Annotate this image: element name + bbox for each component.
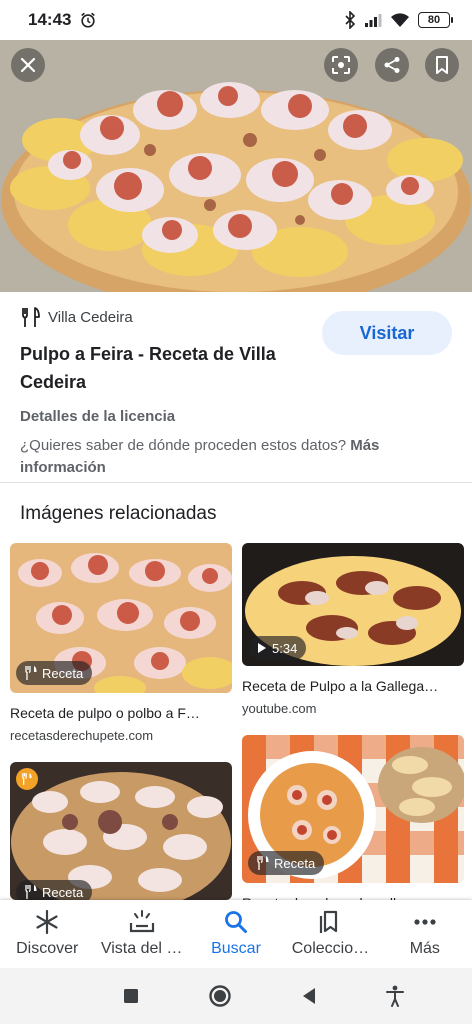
bottom-navigation: Discover Vista del … Buscar Coleccio… Má…: [0, 900, 472, 968]
battery-level: 80: [427, 14, 441, 26]
more-icon: [411, 908, 439, 936]
related-card[interactable]: Receta Receta de pulpo o polbo a F… rece…: [10, 543, 232, 743]
related-image[interactable]: Receta: [10, 762, 232, 900]
card-domain: youtube.com: [242, 701, 317, 716]
badge-label: Receta: [274, 855, 316, 871]
battery-indicator: 80: [418, 12, 453, 28]
status-bar: 14:43 80: [0, 0, 472, 40]
badge-label: Receta: [42, 884, 84, 900]
card-domain: recetasderechupete.com: [10, 728, 154, 743]
accessibility-icon[interactable]: [385, 985, 404, 1007]
related-image[interactable]: Receta: [242, 735, 464, 883]
related-card[interactable]: Receta: [10, 762, 232, 900]
related-card[interactable]: 5:34 Receta de Pulpo a la Gallega… youtu…: [242, 543, 464, 716]
badge-label: 5:34: [272, 640, 298, 656]
status-time: 14:43: [28, 10, 72, 29]
close-button[interactable]: [11, 48, 45, 82]
nav-label: Más: [409, 940, 440, 957]
restaurant-icon: [22, 773, 32, 785]
license-question: ¿Quieres saber de dónde proceden estos d…: [20, 437, 347, 454]
nav-more[interactable]: Más: [378, 900, 472, 968]
home-icon[interactable]: [208, 984, 232, 1008]
related-image[interactable]: 5:34: [242, 543, 464, 666]
related-card[interactable]: Receta Receta de pulpo a la gallega…: [242, 735, 464, 911]
card-title[interactable]: Receta de pulpo o polbo a F…: [10, 705, 232, 721]
share-icon: [384, 57, 400, 73]
video-duration-badge: 5:34: [248, 636, 307, 660]
collections-icon: [316, 908, 344, 936]
lens-icon: [332, 56, 350, 74]
bluetooth-icon: [345, 11, 356, 29]
save-button[interactable]: [425, 48, 459, 82]
alarm-icon: [81, 12, 96, 28]
result-title[interactable]: Pulpo a Feira - Receta de Villa Cedeira: [20, 340, 310, 396]
nav-collections[interactable]: Coleccio…: [283, 900, 377, 968]
play-icon: [258, 643, 266, 653]
hero-image[interactable]: [0, 40, 472, 292]
asterisk-icon: [33, 908, 61, 936]
bookmark-icon: [436, 56, 448, 74]
restaurant-icon: [25, 885, 37, 899]
wifi-icon: [391, 13, 409, 27]
nav-label: Discover: [16, 940, 79, 957]
system-navigation: [0, 968, 472, 1024]
license-heading[interactable]: Detalles de la licencia: [20, 408, 452, 425]
lens-button[interactable]: [324, 48, 358, 82]
nav-discover[interactable]: Discover: [0, 900, 94, 968]
divider: [0, 482, 472, 483]
back-icon[interactable]: [301, 987, 317, 1005]
related-images-heading: Imágenes relacionadas: [20, 503, 217, 524]
search-icon: [222, 908, 250, 936]
visit-button[interactable]: Visitar: [322, 311, 452, 355]
snapshot-icon: [128, 908, 156, 936]
app-source-icon: [16, 768, 38, 790]
restaurant-icon: [257, 856, 269, 870]
license-description: ¿Quieres saber de dónde proceden estos d…: [20, 435, 452, 479]
recipe-badge: Receta: [16, 661, 93, 685]
nav-label: Coleccio…: [291, 940, 370, 957]
related-image[interactable]: Receta: [10, 543, 232, 693]
restaurant-icon: [22, 307, 40, 327]
card-title[interactable]: Receta de Pulpo a la Gallega…: [242, 678, 464, 694]
badge-label: Receta: [42, 665, 84, 681]
nav-label: Vista del …: [100, 940, 183, 957]
result-info: Villa Cedeira Pulpo a Feira - Receta de …: [0, 292, 472, 482]
source-name: Villa Cedeira: [48, 308, 133, 326]
recipe-badge: Receta: [16, 880, 93, 900]
nav-label: Buscar: [211, 940, 261, 957]
recipe-badge: Receta: [248, 851, 325, 875]
nav-search[interactable]: Buscar: [189, 900, 283, 968]
share-button[interactable]: [375, 48, 409, 82]
restaurant-icon: [25, 666, 37, 680]
nav-snapshot[interactable]: Vista del …: [94, 900, 188, 968]
signal-icon: [365, 14, 382, 27]
recents-icon[interactable]: [123, 988, 139, 1004]
close-icon: [20, 57, 36, 73]
